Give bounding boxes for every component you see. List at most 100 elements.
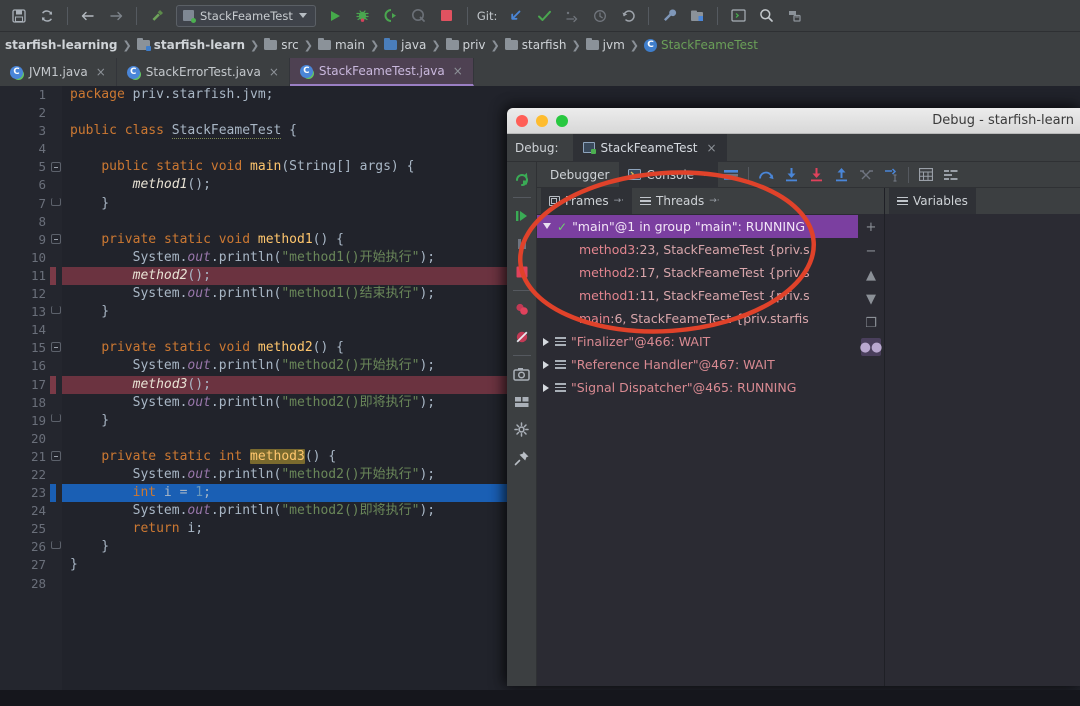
close-icon[interactable]: × bbox=[706, 141, 716, 155]
save-icon[interactable] bbox=[6, 4, 32, 28]
tab-jvm1-java[interactable]: C JVM1.java × bbox=[0, 58, 117, 86]
gutter-line[interactable]: 2 bbox=[0, 104, 50, 122]
tab-frames[interactable]: Frames →· bbox=[541, 188, 632, 214]
variables-content[interactable] bbox=[885, 214, 1080, 686]
debug-window-titlebar[interactable]: Debug - starfish-learn bbox=[507, 108, 1080, 134]
stack-frame-row[interactable]: method1:11, StackFeameTest {priv.s bbox=[537, 284, 858, 307]
breadcrumb-item-0[interactable]: starfish-learning bbox=[2, 38, 121, 52]
down-icon[interactable]: ▼ bbox=[861, 290, 881, 308]
gutter-line[interactable]: 28 bbox=[0, 575, 50, 593]
view-breakpoints-icon[interactable] bbox=[509, 296, 535, 322]
settings-icon[interactable] bbox=[509, 417, 535, 443]
stop-icon[interactable] bbox=[509, 259, 535, 285]
chevron-down-icon[interactable] bbox=[543, 223, 551, 233]
debug-session-tab[interactable]: StackFeameTest × bbox=[573, 134, 727, 162]
breadcrumb-item-5[interactable]: priv bbox=[443, 38, 489, 52]
breadcrumb-item-3[interactable]: main bbox=[315, 38, 368, 52]
stack-frame-row[interactable]: method3:23, StackFeameTest {priv.s bbox=[537, 238, 858, 261]
run-to-cursor-icon[interactable] bbox=[879, 164, 903, 186]
fold-column[interactable] bbox=[50, 86, 62, 690]
resume-program-icon[interactable] bbox=[509, 203, 535, 229]
fold-marker[interactable] bbox=[51, 451, 61, 461]
breadcrumb-item-8[interactable]: C StackFeameTest bbox=[641, 38, 761, 52]
step-into-icon[interactable] bbox=[779, 164, 803, 186]
tab-stackerrortest-java[interactable]: C StackErrorTest.java × bbox=[117, 58, 290, 86]
pin-icon[interactable] bbox=[509, 445, 535, 471]
profile-icon[interactable] bbox=[406, 4, 432, 28]
watches-icon[interactable] bbox=[939, 164, 963, 186]
fold-marker[interactable] bbox=[51, 234, 61, 244]
layout-icon[interactable] bbox=[509, 389, 535, 415]
gutter-line[interactable]: 15 bbox=[0, 339, 50, 357]
step-over-icon[interactable] bbox=[754, 164, 778, 186]
history-clock-icon[interactable] bbox=[587, 4, 613, 28]
tab-variables[interactable]: Variables bbox=[889, 188, 976, 214]
breadcrumb-item-7[interactable]: jvm bbox=[583, 38, 628, 52]
tab-console[interactable]: Console →· bbox=[619, 162, 718, 188]
layout-settings-icon[interactable] bbox=[719, 164, 743, 186]
breadcrumb-item-1[interactable]: starfish-learn bbox=[134, 38, 248, 52]
gutter-line[interactable]: 10 bbox=[0, 249, 50, 267]
up-icon[interactable]: ▲ bbox=[861, 266, 881, 284]
back-arrow-icon[interactable] bbox=[75, 4, 101, 28]
commit-check-icon[interactable] bbox=[531, 4, 557, 28]
fold-marker[interactable] bbox=[51, 342, 61, 352]
gutter-line[interactable]: 1 bbox=[0, 86, 50, 104]
close-button[interactable] bbox=[516, 115, 528, 127]
close-icon[interactable]: × bbox=[453, 64, 463, 78]
gutter-line[interactable]: 19 bbox=[0, 412, 50, 430]
stack-frame-row[interactable]: main:6, StackFeameTest {priv.starfis bbox=[537, 307, 858, 330]
mute-breakpoints-icon[interactable] bbox=[509, 324, 535, 350]
copy-icon[interactable]: ❐ bbox=[861, 314, 881, 332]
evaluate-expression-icon[interactable] bbox=[914, 164, 938, 186]
gutter-line[interactable]: 27 bbox=[0, 556, 50, 574]
gutter-line[interactable]: 26 bbox=[0, 538, 50, 556]
gutter-line[interactable]: 18 bbox=[0, 394, 50, 412]
gutter-line[interactable]: 17 bbox=[0, 376, 50, 394]
pause-icon[interactable] bbox=[509, 231, 535, 257]
breadcrumb-item-4[interactable]: java bbox=[381, 38, 429, 52]
gutter-line[interactable]: 12 bbox=[0, 285, 50, 303]
rollback-icon[interactable] bbox=[615, 4, 641, 28]
tab-threads[interactable]: Threads →· bbox=[632, 188, 728, 214]
gutter-line[interactable]: 11 bbox=[0, 267, 50, 285]
fold-marker[interactable] bbox=[51, 414, 61, 422]
code-line[interactable]: package priv.starfish.jvm; bbox=[62, 86, 1080, 104]
gutter-line[interactable]: 24 bbox=[0, 502, 50, 520]
gutter-line[interactable]: 22 bbox=[0, 466, 50, 484]
thread-row[interactable]: "Finalizer"@466: WAIT bbox=[537, 330, 858, 353]
gutter-line[interactable]: 21 bbox=[0, 448, 50, 466]
fold-marker[interactable] bbox=[51, 541, 61, 549]
drop-frame-icon[interactable] bbox=[854, 164, 878, 186]
tab-debugger[interactable]: Debugger bbox=[541, 162, 618, 188]
add-icon[interactable]: + bbox=[861, 218, 881, 236]
remove-icon[interactable]: − bbox=[861, 242, 881, 260]
thread-frame-list[interactable]: ✓"main"@1 in group "main": RUNNINGmethod… bbox=[537, 214, 858, 686]
search-icon[interactable] bbox=[753, 4, 779, 28]
editor-gutter[interactable]: 1234567891011121314151617181920212223242… bbox=[0, 86, 50, 690]
watch-icon[interactable]: ●● bbox=[861, 338, 881, 356]
terminal-icon[interactable] bbox=[725, 4, 751, 28]
thread-row-selected[interactable]: ✓"main"@1 in group "main": RUNNING bbox=[537, 215, 858, 238]
gutter-line[interactable]: 20 bbox=[0, 430, 50, 448]
chevron-right-icon[interactable] bbox=[543, 338, 549, 346]
gutter-line[interactable]: 3 bbox=[0, 122, 50, 140]
gutter-line[interactable]: 23 bbox=[0, 484, 50, 502]
wrench-icon[interactable] bbox=[656, 4, 682, 28]
deploy-icon[interactable] bbox=[781, 4, 807, 28]
rerun-icon[interactable] bbox=[509, 166, 535, 192]
gutter-line[interactable]: 13 bbox=[0, 303, 50, 321]
build-hammer-icon[interactable] bbox=[144, 4, 170, 28]
fold-marker[interactable] bbox=[51, 306, 61, 314]
debug-icon[interactable] bbox=[350, 4, 376, 28]
breadcrumb-item-2[interactable]: src bbox=[261, 38, 302, 52]
fold-marker[interactable] bbox=[51, 162, 61, 172]
zoom-button[interactable] bbox=[556, 115, 568, 127]
push-icon[interactable] bbox=[559, 4, 585, 28]
gutter-line[interactable]: 25 bbox=[0, 520, 50, 538]
gutter-line[interactable]: 7 bbox=[0, 195, 50, 213]
gutter-line[interactable]: 4 bbox=[0, 140, 50, 158]
breadcrumb-item-6[interactable]: starfish bbox=[502, 38, 570, 52]
tab-stackfeametest-java[interactable]: C StackFeameTest.java × bbox=[290, 58, 474, 86]
screenshot-icon[interactable] bbox=[509, 361, 535, 387]
